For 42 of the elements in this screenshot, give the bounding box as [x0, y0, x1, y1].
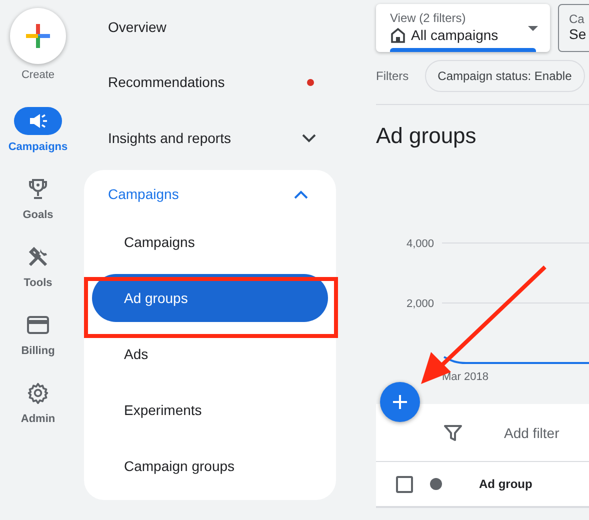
checkbox[interactable]	[396, 476, 413, 492]
filters-label: Filters	[376, 69, 409, 83]
y-axis-label: 4,000	[406, 238, 434, 250]
caret-icon	[528, 26, 538, 31]
filter-chip[interactable]: Campaign status: Enable	[424, 60, 585, 92]
credit-card-icon	[27, 316, 49, 334]
status-dot-icon	[430, 478, 442, 490]
dropdown-label: View (2 filters)	[390, 11, 467, 25]
nav-subitem[interactable]: Campaigns	[92, 218, 328, 266]
nav-item[interactable]: Insights and reports	[84, 110, 344, 166]
nav-subitem[interactable]: Ad groups	[92, 274, 328, 322]
rail-item[interactable]: Billing	[0, 311, 76, 379]
dropdown-value: All campaigns	[411, 27, 498, 43]
nav-subitem[interactable]: Ads	[92, 330, 328, 378]
rail-item[interactable]: Admin	[0, 379, 76, 447]
create-label: Create	[21, 69, 55, 81]
plus-icon	[392, 394, 408, 410]
page-title: Ad groups	[376, 123, 478, 149]
plus-icon	[26, 24, 50, 48]
create-button[interactable]	[10, 8, 66, 64]
nav-subitem[interactable]: Campaign groups	[92, 442, 328, 490]
y-axis-label: 2,000	[406, 298, 434, 310]
megaphone-icon	[28, 112, 48, 130]
view-dropdown[interactable]: View (2 filters) All campaigns	[376, 4, 550, 52]
column-header[interactable]: Ad group	[479, 477, 532, 491]
rail-item[interactable]: Campaigns	[0, 107, 76, 175]
filter-icon	[444, 424, 462, 442]
nav-item[interactable]: Recommendations	[84, 54, 344, 110]
add-button[interactable]	[380, 382, 420, 422]
trophy-icon	[28, 178, 48, 200]
settings-icon	[27, 382, 49, 404]
tools-icon	[27, 246, 49, 268]
second-dropdown[interactable]: Ca Se	[558, 4, 589, 52]
nav-subitem[interactable]: Experiments	[92, 386, 328, 434]
nav-group-header[interactable]: Campaigns	[84, 170, 336, 218]
rail-item[interactable]: Tools	[0, 243, 76, 311]
rail-item[interactable]: Goals	[0, 175, 76, 243]
add-filter-field[interactable]: Add filter	[504, 424, 560, 440]
dropdown-label: Ca	[569, 12, 586, 26]
dropdown-value: Se	[569, 26, 588, 42]
home-icon	[390, 27, 406, 43]
nav-item[interactable]: Overview	[84, 0, 344, 54]
